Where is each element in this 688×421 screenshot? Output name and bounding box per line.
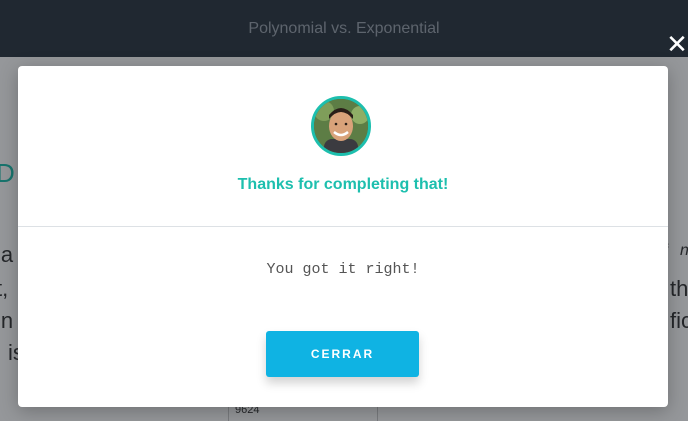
close-icon[interactable]: ✕	[666, 32, 688, 58]
completion-modal: Thanks for completing that! You got it r…	[18, 66, 668, 407]
close-button[interactable]: CERRAR	[266, 331, 419, 377]
modal-divider	[18, 226, 668, 227]
modal-message: You got it right!	[266, 261, 420, 278]
modal-title: Thanks for completing that!	[237, 176, 449, 193]
avatar-image	[314, 99, 368, 153]
instructor-avatar	[311, 96, 371, 156]
